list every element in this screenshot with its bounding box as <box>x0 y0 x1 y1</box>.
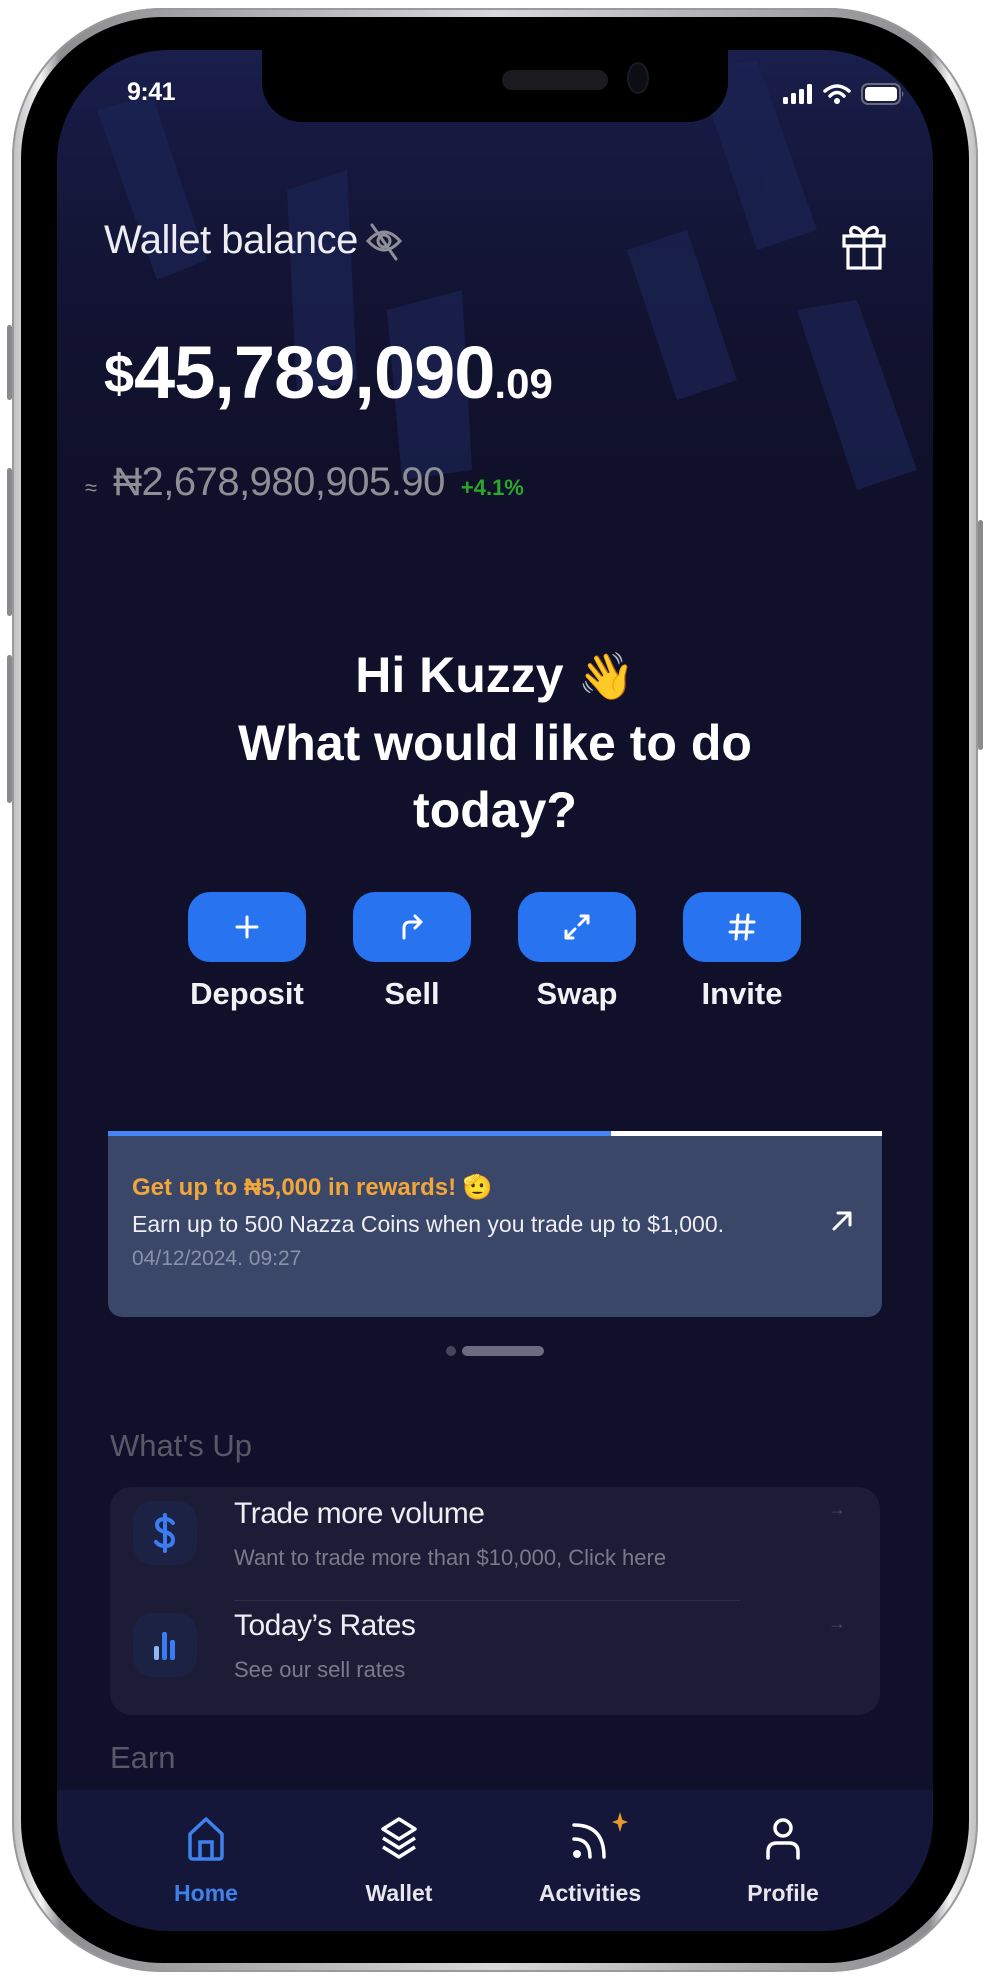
dollar-icon <box>154 1513 176 1553</box>
deposit-label: Deposit <box>190 976 304 1011</box>
side-button-volume-up <box>7 468 12 616</box>
wallet-balance-label: Wallet balance <box>104 218 358 262</box>
home-icon <box>188 1817 224 1861</box>
greeting-question-line2: today? <box>413 782 577 838</box>
greeting: Hi Kuzzy 👋 What would like to do today? <box>57 642 933 844</box>
carousel-dot-active[interactable] <box>462 1346 544 1356</box>
nav-label-home: Home <box>174 1880 238 1906</box>
carousel-indicator <box>57 1346 933 1356</box>
battery-icon <box>861 83 904 105</box>
greeting-name: Hi Kuzzy <box>355 647 564 703</box>
invite-action[interactable]: Invite <box>683 892 801 1012</box>
ngn-balance: ₦2,678,980,905.90 <box>113 460 445 504</box>
deposit-button[interactable] <box>188 892 306 962</box>
share-arrow-icon <box>402 914 423 940</box>
front-camera <box>629 64 647 92</box>
bottom-navigation: Home Wallet Activities Profile <box>57 1790 933 1931</box>
plus-icon <box>235 915 259 939</box>
nav-item-activities[interactable]: Activities <box>520 1790 660 1907</box>
sell-label: Sell <box>384 976 440 1011</box>
eye-off-icon[interactable] <box>364 221 404 261</box>
arrow-up-right-icon[interactable] <box>830 1209 854 1233</box>
rss-icon <box>572 1823 606 1859</box>
list-item-subtitle: Want to trade more than $10,000, Click h… <box>234 1545 667 1570</box>
wallet-balance-amount: $45,789,090.09 <box>104 330 553 415</box>
notch <box>262 50 728 122</box>
nav-item-profile[interactable]: Profile <box>713 1790 853 1907</box>
list-item-title: Today’s Rates <box>234 1609 416 1642</box>
promo-description: Earn up to 500 Nazza Coins when you trad… <box>132 1211 725 1237</box>
list-icon-wrap <box>133 1613 197 1677</box>
list-item-todays-rates[interactable]: Today’s Rates See our sell rates → <box>110 1601 880 1715</box>
carousel-dot[interactable] <box>446 1346 456 1356</box>
sell-button[interactable] <box>353 892 471 962</box>
chevron-right-icon: → <box>828 1499 846 1519</box>
promo-card[interactable]: Get up to ₦5,000 in rewards! 🫡 Earn up t… <box>108 1131 882 1317</box>
invite-button[interactable] <box>683 892 801 962</box>
nav-label-wallet: Wallet <box>365 1880 433 1906</box>
chevron-right-icon: → <box>828 1613 846 1633</box>
promo-progress-track <box>108 1131 882 1136</box>
approx-symbol: ≈ <box>85 475 98 500</box>
speaker <box>502 70 608 90</box>
nav-item-wallet[interactable]: Wallet <box>329 1790 469 1907</box>
balance-decimal: .09 <box>494 360 553 407</box>
swap-label: Swap <box>536 976 618 1011</box>
bar-chart-icon <box>154 1632 175 1660</box>
list-item-title: Trade more volume <box>234 1497 485 1530</box>
hash-icon <box>728 913 756 941</box>
cellular-signal-icon <box>783 84 812 104</box>
wifi-icon <box>823 84 851 104</box>
list-item-trade-more-volume[interactable]: Trade more volume Want to trade more tha… <box>110 1487 880 1601</box>
balance-change-badge: +4.1% <box>460 475 524 500</box>
nav-label-activities: Activities <box>538 1880 642 1906</box>
whats-up-list: Trade more volume Want to trade more tha… <box>110 1487 880 1715</box>
balance-currency: $ <box>104 344 135 404</box>
sell-action[interactable]: Sell <box>353 892 471 1012</box>
expand-arrows-icon <box>564 914 590 940</box>
ngn-equivalent-row: ≈ ₦2,678,980,905.90 +4.1% <box>85 460 524 505</box>
gift-icon <box>842 225 886 270</box>
side-button-volume-down <box>7 655 12 803</box>
layers-icon <box>381 1817 417 1859</box>
greeting-question-line1: What would like to do <box>238 715 752 771</box>
balance-integer: 45,789,090 <box>134 331 495 414</box>
list-item-subtitle: See our sell rates <box>234 1657 406 1682</box>
promo-date: 04/12/2024. 09:27 <box>132 1247 302 1270</box>
side-button-power <box>978 520 983 750</box>
side-button-silent <box>7 325 12 400</box>
swap-action[interactable]: Swap <box>518 892 636 1012</box>
promo-title: Get up to ₦5,000 in rewards! 🫡 <box>132 1174 493 1201</box>
app-screen: 9:41 Wallet balance $45,789,090.09 ≈ ₦2,… <box>57 50 933 1931</box>
waving-hand-emoji: 👋 <box>577 650 635 702</box>
wallet-label-row: Wallet balance <box>104 218 404 263</box>
promo-progress-fill <box>108 1131 612 1136</box>
swap-button[interactable] <box>518 892 636 962</box>
nav-label-profile: Profile <box>747 1880 819 1906</box>
deposit-action[interactable]: Deposit <box>188 892 306 1012</box>
whats-up-title: What's Up <box>110 1428 253 1463</box>
nav-item-home[interactable]: Home <box>136 1790 276 1907</box>
user-icon <box>766 1818 800 1860</box>
list-icon-wrap <box>133 1501 197 1565</box>
sparkle-badge-icon <box>612 1812 628 1832</box>
gift-button[interactable] <box>841 222 887 275</box>
earn-title: Earn <box>110 1740 176 1775</box>
status-time: 9:41 <box>127 78 176 106</box>
status-icons <box>783 83 905 105</box>
invite-label: Invite <box>701 976 783 1011</box>
